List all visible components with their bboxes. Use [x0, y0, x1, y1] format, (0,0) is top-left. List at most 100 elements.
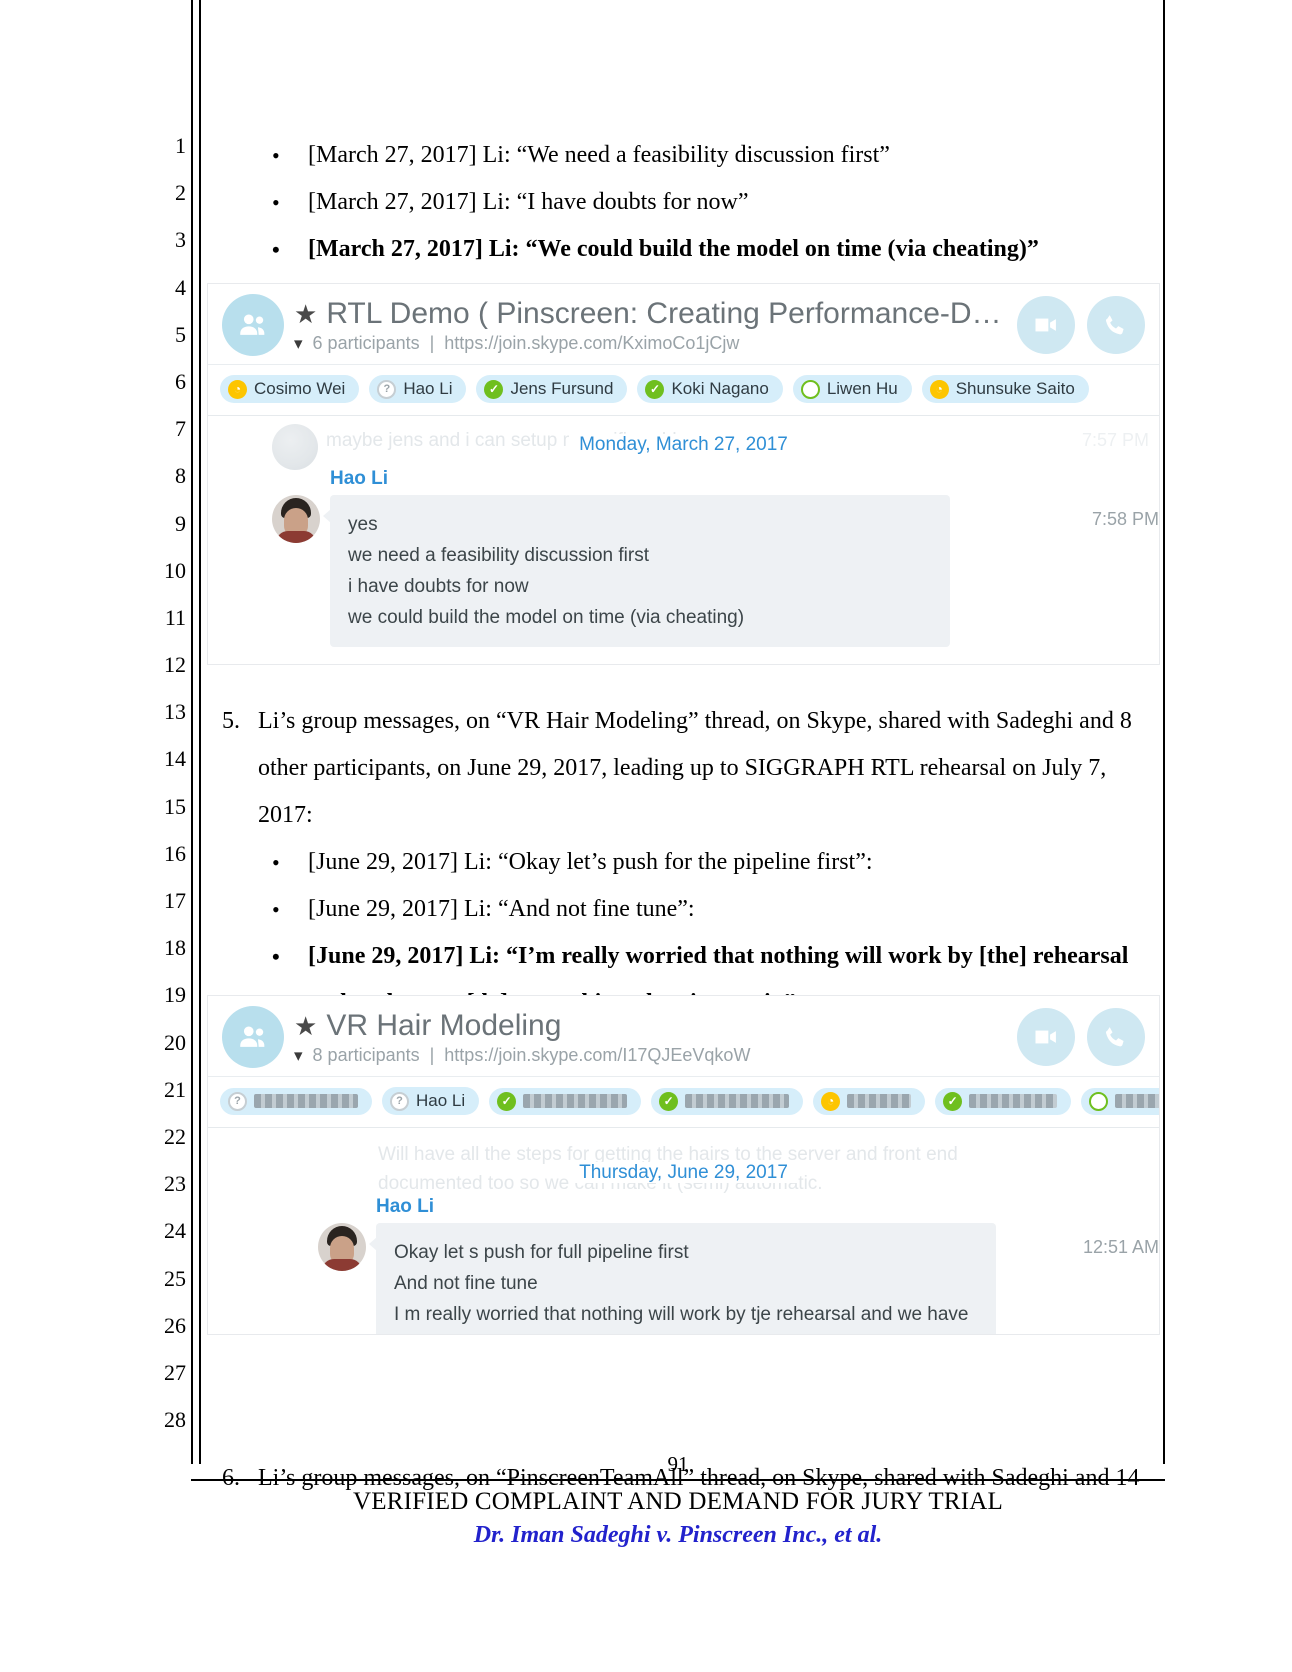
message-block: Hao Li Okay let s push for full pipeline… [208, 1192, 1159, 1334]
bullet-text: [June 29, 2017] Li: “I’m really worried … [308, 943, 1129, 969]
bullet-text: [March 27, 2017] Li: “We need a feasibil… [308, 142, 890, 168]
participant-chip[interactable]: Liwen Hu [1081, 1087, 1159, 1115]
participant-chip[interactable]: ◔ Redacted [813, 1087, 926, 1115]
message-line: we could build the model on time (via ch… [348, 607, 745, 628]
line-number: 2 [175, 180, 186, 206]
video-call-button[interactable] [1017, 1008, 1075, 1066]
presence-status-icon [800, 379, 820, 399]
line-number: 17 [164, 888, 186, 913]
participant-chip[interactable]: ✓ Jens Fursund [476, 375, 628, 403]
page-footer: 91 VERIFIED COMPLAINT AND DEMAND FOR JUR… [191, 1452, 1165, 1549]
bullet-item: [March 27, 2017] Li: “I have doubts for … [210, 179, 1160, 226]
sender-avatar [272, 495, 320, 543]
participant-chip[interactable]: ✓ Koki Nagano [637, 375, 783, 403]
audio-call-button[interactable] [1087, 1008, 1145, 1066]
footer-rule [191, 1479, 1165, 1481]
line-number: 1 [175, 133, 186, 158]
participant-chip-row: ◔ Cosimo Wei ? Hao Li ✓ Jens Fursund ✓ Koki Nag… [208, 365, 1159, 415]
participant-name: Redacted Name [685, 1094, 790, 1108]
conversation-title: RTL Demo ( Pinscreen: Creating Performan… [326, 296, 1003, 330]
participant-name: Koki Nagano [969, 1094, 1058, 1108]
skype-conversation-header: ★ VR Hair Modeling ▾ 8 participants | ht… [208, 996, 1159, 1077]
left-margin-rule-outer [191, 0, 193, 1464]
call-actions [1017, 1008, 1145, 1066]
presence-status-icon: ✓ [497, 1091, 517, 1111]
participant-name: Jens Fursund [510, 379, 614, 398]
presence-status-icon [1089, 1091, 1109, 1111]
presence-status-icon: ◔ [821, 1091, 841, 1111]
message-sender-name: Hao Li [376, 1196, 435, 1217]
line-number: 12 [164, 652, 186, 678]
message-line: And not fine tune [394, 1273, 538, 1294]
line-number: 18 [164, 935, 186, 961]
join-link[interactable]: https://join.skype.com/KximoCo1jCjw [444, 333, 739, 354]
message-line: i have doubts for now [348, 576, 529, 597]
group-avatar-icon [222, 1006, 284, 1068]
presence-status-icon: ✓ [659, 1091, 679, 1111]
audio-call-button[interactable] [1087, 296, 1145, 354]
paragraph-line: other participants, on June 29, 2017, le… [258, 755, 1107, 828]
favorite-star-icon[interactable]: ★ [294, 1013, 317, 1039]
participant-chip-row: ? Redacted Name? Hao Li ✓ Redacted Name ✓ Reda… [208, 1077, 1159, 1127]
bullet-text: [March 27, 2017] Li: “We could build the… [308, 236, 1039, 262]
participants-count: 8 participants [312, 1044, 420, 1065]
footer-case-caption: Dr. Iman Sadeghi v. Pinscreen Inc., et a… [473, 1522, 883, 1548]
participant-chip[interactable]: ? Hao Li [382, 1087, 480, 1115]
participant-chip[interactable]: ? Hao Li [369, 375, 467, 403]
presence-status-icon: ? [390, 1091, 409, 1111]
date-separator-label: Monday, March 27, 2017 [569, 434, 798, 455]
right-margin-rule [1163, 0, 1165, 1464]
skype-message-area: Will have all the steps for getting the … [208, 1128, 1159, 1334]
join-link[interactable]: https://join.skype.com/I17QJEeVqkoW [444, 1045, 750, 1066]
line-number: 19 [164, 982, 186, 1008]
message-timestamp: 7:58 PM [1091, 509, 1159, 529]
line-number: 9 [175, 510, 186, 536]
participant-chip[interactable]: ? Redacted Name [220, 1087, 372, 1115]
line-number: 25 [164, 1265, 186, 1291]
participant-chip[interactable]: ✓ Redacted Name [651, 1087, 804, 1115]
participant-name: Liwen Hu [826, 379, 898, 398]
chevron-down-icon[interactable]: ▾ [294, 335, 303, 352]
video-call-button[interactable] [1017, 296, 1075, 354]
line-number: 11 [164, 604, 186, 630]
chevron-down-icon[interactable]: ▾ [294, 1047, 303, 1064]
presence-status-icon: ✓ [645, 379, 665, 399]
pleading-page: 1 2 3 4 5 6 7 8 9 10 11 12 13 14 15 16 17 18 19 20 21 22 23 24 2… [0, 0, 1292, 1672]
participant-chip[interactable]: ◔ Shunsuke Saito [921, 375, 1089, 403]
bullet-item: [June 29, 2017] Li: “And not fine tune”: [210, 886, 1160, 933]
presence-status-icon: ◔ [228, 379, 247, 399]
participant-name: Shunsuke Saito [955, 379, 1075, 398]
message-line: we need a feasibility discussion first [348, 545, 649, 566]
group-avatar-icon [222, 294, 284, 356]
participant-chip[interactable]: ✓ Redacted Name [489, 1087, 642, 1115]
favorite-star-icon[interactable]: ★ [294, 301, 317, 327]
message-sender-name: Hao Li [330, 468, 389, 489]
line-number-column: 1 2 3 4 5 6 7 8 9 10 11 12 13 14 15 16 17 18 19 20 21 22 23 24 2… [140, 132, 186, 1453]
participant-name: Koki Nagano [671, 379, 769, 398]
bullet-list-top: [March 27, 2017] Li: “We need a feasibil… [210, 132, 1160, 273]
date-separator: Thursday, June 29, 2017 [208, 1128, 1159, 1192]
conversation-title-block: ★ VR Hair Modeling ▾ 8 participants | ht… [294, 1009, 1003, 1066]
bullet-item: [March 27, 2017] Li: “We could build the… [210, 226, 1160, 273]
conversation-title: VR Hair Modeling [326, 1008, 562, 1042]
participant-chip[interactable]: ✓ Koki Nagano [935, 1087, 1072, 1115]
line-number: 16 [164, 840, 186, 866]
message-bubble: yes we need a feasibility discussion fir… [323, 495, 950, 647]
presence-status-icon: ◔ [929, 379, 949, 399]
line-number: 3 [175, 227, 186, 253]
separator: | [429, 332, 435, 353]
participant-chip[interactable]: ◔ Cosimo Wei [220, 375, 360, 403]
skype-conversation-header: ★ RTL Demo ( Pinscreen: Creating Perform… [208, 284, 1159, 365]
separator: | [429, 1044, 435, 1065]
paragraph-number: 5. [222, 708, 240, 734]
participant-chip[interactable]: Liwen Hu [792, 375, 912, 403]
line-number: 4 [175, 274, 186, 300]
bullet-text: [June 29, 2017] Li: “Okay let’s push for… [308, 849, 873, 875]
presence-status-icon: ? [377, 379, 397, 399]
paragraph-line: Li’s group messages, on “VR Hair Modelin… [258, 708, 1132, 734]
line-number: 15 [164, 793, 186, 819]
participants-count: 6 participants [312, 332, 420, 353]
participant-name: Liwen Hu [1115, 1094, 1159, 1108]
line-number: 8 [175, 463, 186, 489]
sender-avatar [318, 1223, 366, 1271]
